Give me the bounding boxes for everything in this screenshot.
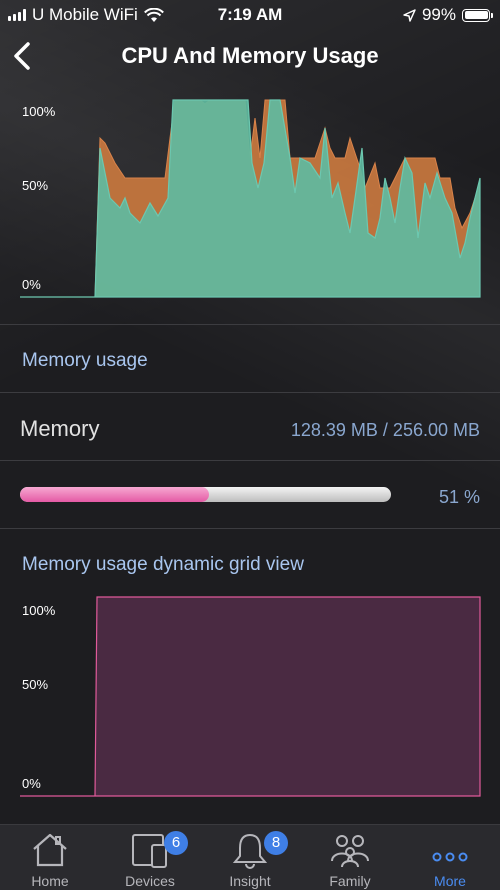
tab-more-label: More [434, 873, 466, 889]
divider [0, 528, 500, 529]
memory-label: Memory [20, 416, 100, 441]
status-bar: U Mobile WiFi 7:19 AM 99% [0, 0, 500, 30]
tab-devices-label: Devices [125, 873, 175, 889]
battery-percent: 99% [421, 5, 456, 24]
memory-progress-bar [20, 487, 391, 502]
family-icon [331, 835, 369, 868]
tab-family-label: Family [329, 873, 371, 889]
cpu-series-b-area [20, 99, 481, 298]
tab-insight[interactable]: 8 Insight [200, 825, 300, 890]
divider [0, 392, 500, 393]
page-title: CPU And Memory Usage [121, 43, 379, 68]
grid-tick-100: 100% [22, 603, 56, 618]
memory-area [20, 596, 481, 797]
nav-bar: CPU And Memory Usage [0, 30, 500, 85]
battery-icon [462, 8, 493, 22]
memory-value: 128.39 MB / 256.00 MB [290, 420, 480, 440]
tab-bar: Home 6 Devices 8 Insight Family More [0, 824, 500, 890]
cpu-usage-chart: 100% 50% 0% [20, 99, 481, 298]
divider [0, 324, 500, 325]
devices-icon [132, 834, 167, 868]
memory-percent: 51 % [438, 487, 480, 507]
home-icon [33, 833, 67, 867]
tab-devices[interactable]: 6 Devices [100, 825, 200, 890]
cpu-tick-50: 50% [22, 178, 48, 193]
tab-insight-label: Insight [229, 873, 271, 889]
insight-badge: 8 [264, 831, 288, 855]
tab-family[interactable]: Family [300, 825, 400, 890]
devices-badge: 6 [164, 831, 188, 855]
bell-icon [232, 833, 268, 869]
cpu-tick-0: 0% [22, 277, 41, 292]
location-icon [403, 8, 416, 22]
cpu-tick-100: 100% [22, 104, 56, 119]
memory-grid-chart: 100% 50% 0% [20, 596, 481, 797]
tab-home[interactable]: Home [0, 825, 100, 890]
memory-usage-section-title: Memory usage [22, 350, 148, 371]
grid-tick-0: 0% [22, 776, 41, 791]
more-icon [432, 852, 468, 862]
memory-progress-fill [20, 487, 210, 502]
grid-section-title: Memory usage dynamic grid view [22, 554, 304, 575]
divider [0, 460, 500, 461]
tab-more[interactable]: More [400, 825, 500, 890]
grid-tick-50: 50% [22, 677, 48, 692]
tab-home-label: Home [31, 873, 69, 889]
